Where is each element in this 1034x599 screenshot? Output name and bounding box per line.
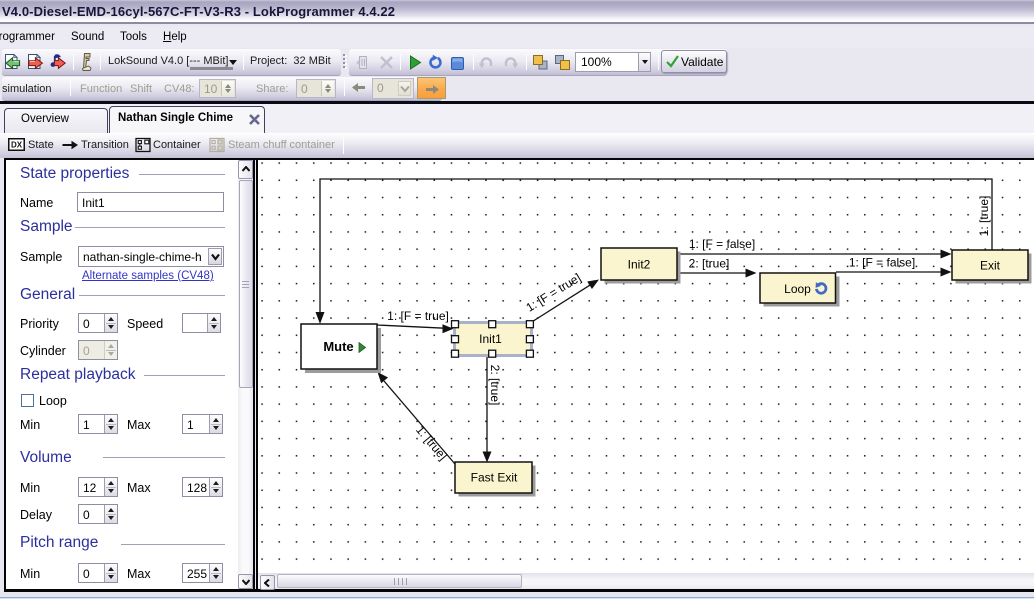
svg-text:2: [true]: 2: [true] <box>688 257 729 271</box>
svg-text:Init2: Init2 <box>627 257 650 271</box>
svg-text:Loop: Loop <box>784 282 811 296</box>
svg-text:Mute: Mute <box>323 339 353 354</box>
svg-text:Init1: Init1 <box>479 332 502 346</box>
svg-text:1: [F = true]: 1: [F = true] <box>387 309 449 323</box>
svg-text:1: [F = false]: 1: [F = false] <box>688 237 754 251</box>
svg-text:DX: DX <box>11 141 23 150</box>
svg-text:2: [true]: 2: [true] <box>488 365 502 406</box>
svg-text:Exit: Exit <box>979 259 1000 273</box>
svg-text:1: [F = false]: 1: [F = false] <box>848 256 914 270</box>
svg-text:Fast Exit: Fast Exit <box>470 471 517 485</box>
svg-text:1: [true]: 1: [true] <box>977 196 991 237</box>
